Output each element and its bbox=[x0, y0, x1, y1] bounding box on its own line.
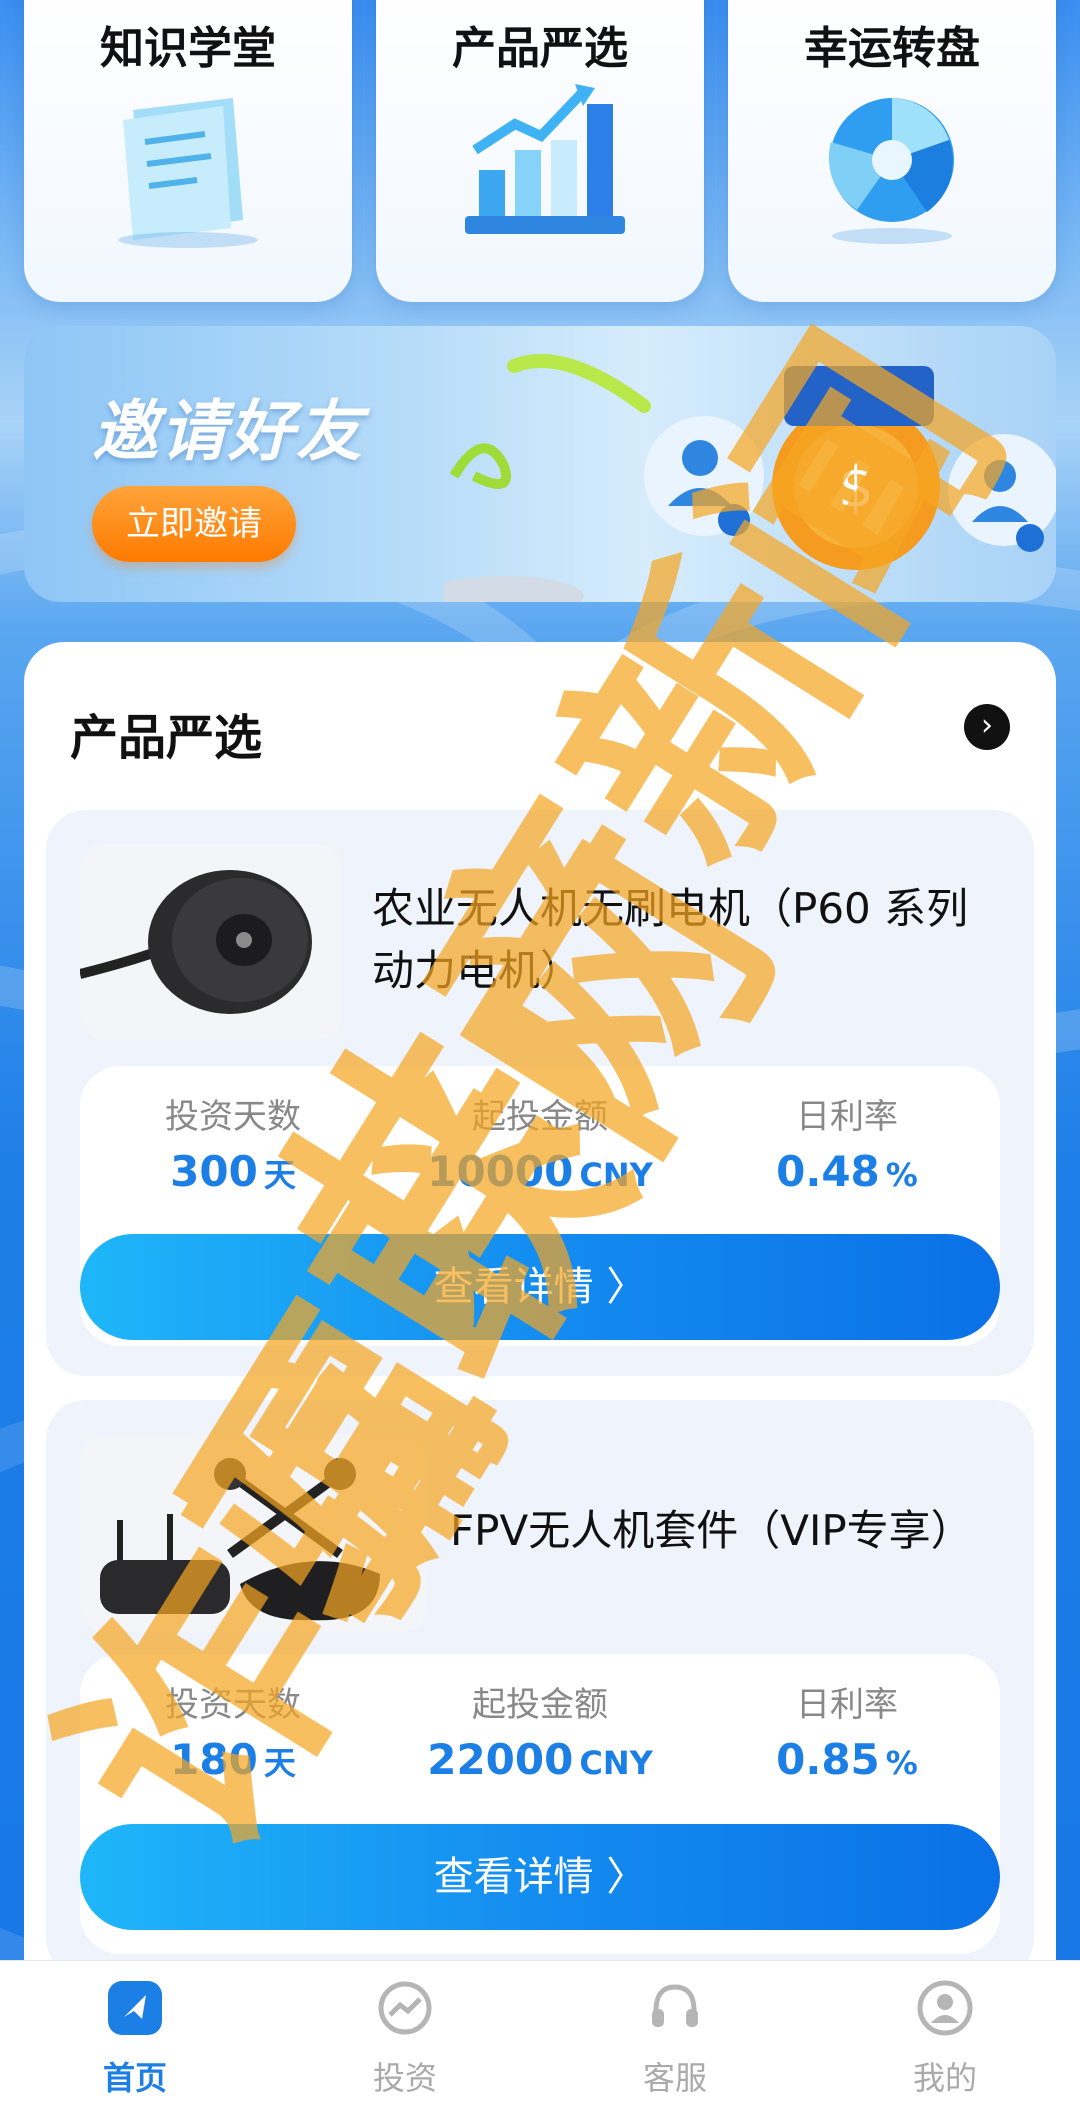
stat-label: 日利率 bbox=[796, 1097, 898, 1137]
section-title: 产品严选 bbox=[70, 710, 263, 766]
stat-label: 起投金额 bbox=[472, 1097, 608, 1137]
bottom-tab-bar: 首页 投资 客服 我的 bbox=[0, 1960, 1080, 2110]
chevron-right-icon[interactable]: › bbox=[964, 704, 1010, 750]
stat-min-amount: 起投金额 22000 CNY bbox=[387, 1682, 693, 1793]
stat-label: 投资天数 bbox=[165, 1097, 301, 1137]
tab-home[interactable]: 首页 bbox=[0, 1979, 270, 2099]
stat-unit: % bbox=[885, 1156, 918, 1194]
fpv-kit-image bbox=[80, 1434, 426, 1632]
stat-value: 0.85 bbox=[776, 1735, 880, 1784]
wheel-icon bbox=[828, 98, 954, 244]
stat-value: 22000 bbox=[427, 1735, 574, 1784]
product-card: 农业无人机无刷电机（P60 系列 动力电机） 投资天数 300 天 起投金额 10… bbox=[46, 810, 1034, 1376]
tab-label: 首页 bbox=[102, 2059, 167, 2097]
tab-label: 投资 bbox=[372, 2059, 437, 2097]
stat-min-amount: 起投金额 10000 CNY bbox=[387, 1094, 693, 1205]
stat-daily-rate: 日利率 0.48% bbox=[694, 1094, 1000, 1205]
invest-icon bbox=[378, 1981, 432, 2035]
menu-card-label: 产品严选 bbox=[452, 23, 628, 74]
product-name: FPV无人机套件（VIP专享） bbox=[450, 1506, 973, 1555]
svg-text:$: $ bbox=[838, 455, 874, 520]
view-details-button[interactable]: 查看详情 〉 bbox=[80, 1234, 1000, 1340]
tab-mine[interactable]: 我的 bbox=[810, 1979, 1080, 2099]
tab-invest[interactable]: 投资 bbox=[270, 1979, 540, 2099]
stat-value: 300 bbox=[170, 1147, 258, 1196]
user-icon bbox=[917, 1980, 973, 2036]
stat-value: 0.48 bbox=[776, 1147, 880, 1196]
top-menu: 知识学堂 产品严选 幸运转盘 bbox=[24, 0, 1056, 302]
stat-unit: 天 bbox=[263, 1744, 296, 1782]
stat-value: 10000 bbox=[427, 1147, 574, 1196]
menu-card-products[interactable]: 产品严选 bbox=[376, 0, 704, 302]
view-details-button[interactable]: 查看详情 〉 bbox=[80, 1824, 1000, 1930]
stat-unit: CNY bbox=[579, 1744, 653, 1782]
tab-label: 客服 bbox=[642, 2059, 707, 2097]
products-panel: 产品严选 › 农业无人机无刷电机（P60 系列 动力电机） 投资天数 300 天 … bbox=[24, 642, 1056, 1978]
document-icon bbox=[118, 98, 258, 248]
stat-unit: 天 bbox=[263, 1156, 296, 1194]
stat-label: 日利率 bbox=[796, 1685, 898, 1725]
invite-now-button[interactable]: 立即邀请 bbox=[92, 486, 296, 562]
stat-investment-days: 投资天数 300 天 bbox=[80, 1094, 386, 1205]
invite-title: 邀请好友 bbox=[92, 393, 364, 470]
menu-card-label: 知识学堂 bbox=[100, 23, 276, 74]
tab-label: 我的 bbox=[912, 2059, 977, 2097]
headset-icon bbox=[652, 1984, 698, 2027]
product-name: 农业无人机无刷电机（P60 系列 bbox=[372, 884, 969, 933]
menu-card-lucky-wheel[interactable]: 幸运转盘 bbox=[728, 0, 1056, 302]
stat-label: 起投金额 bbox=[472, 1685, 608, 1725]
stat-daily-rate: 日利率 0.85% bbox=[694, 1682, 1000, 1793]
invite-illustration: $ bbox=[444, 354, 1056, 602]
stat-unit: CNY bbox=[579, 1156, 653, 1194]
stat-label: 投资天数 bbox=[165, 1685, 301, 1725]
menu-card-label: 幸运转盘 bbox=[804, 23, 980, 74]
bar-chart-icon bbox=[465, 84, 625, 234]
motor-image bbox=[80, 844, 342, 1040]
invite-banner[interactable]: 邀请好友 立即邀请 $ bbox=[24, 326, 1056, 602]
product-card: FPV无人机套件（VIP专享） 投资天数 180 天 起投金额 22000 CNY … bbox=[46, 1400, 1034, 1978]
menu-card-knowledge[interactable]: 知识学堂 bbox=[24, 0, 352, 302]
stat-investment-days: 投资天数 180 天 bbox=[80, 1682, 386, 1793]
stat-value: 180 bbox=[170, 1735, 258, 1784]
stat-unit: % bbox=[885, 1744, 918, 1782]
home-icon bbox=[108, 1981, 162, 2035]
tab-service[interactable]: 客服 bbox=[540, 1979, 810, 2099]
product-name-line2: 动力电机） bbox=[372, 946, 583, 995]
